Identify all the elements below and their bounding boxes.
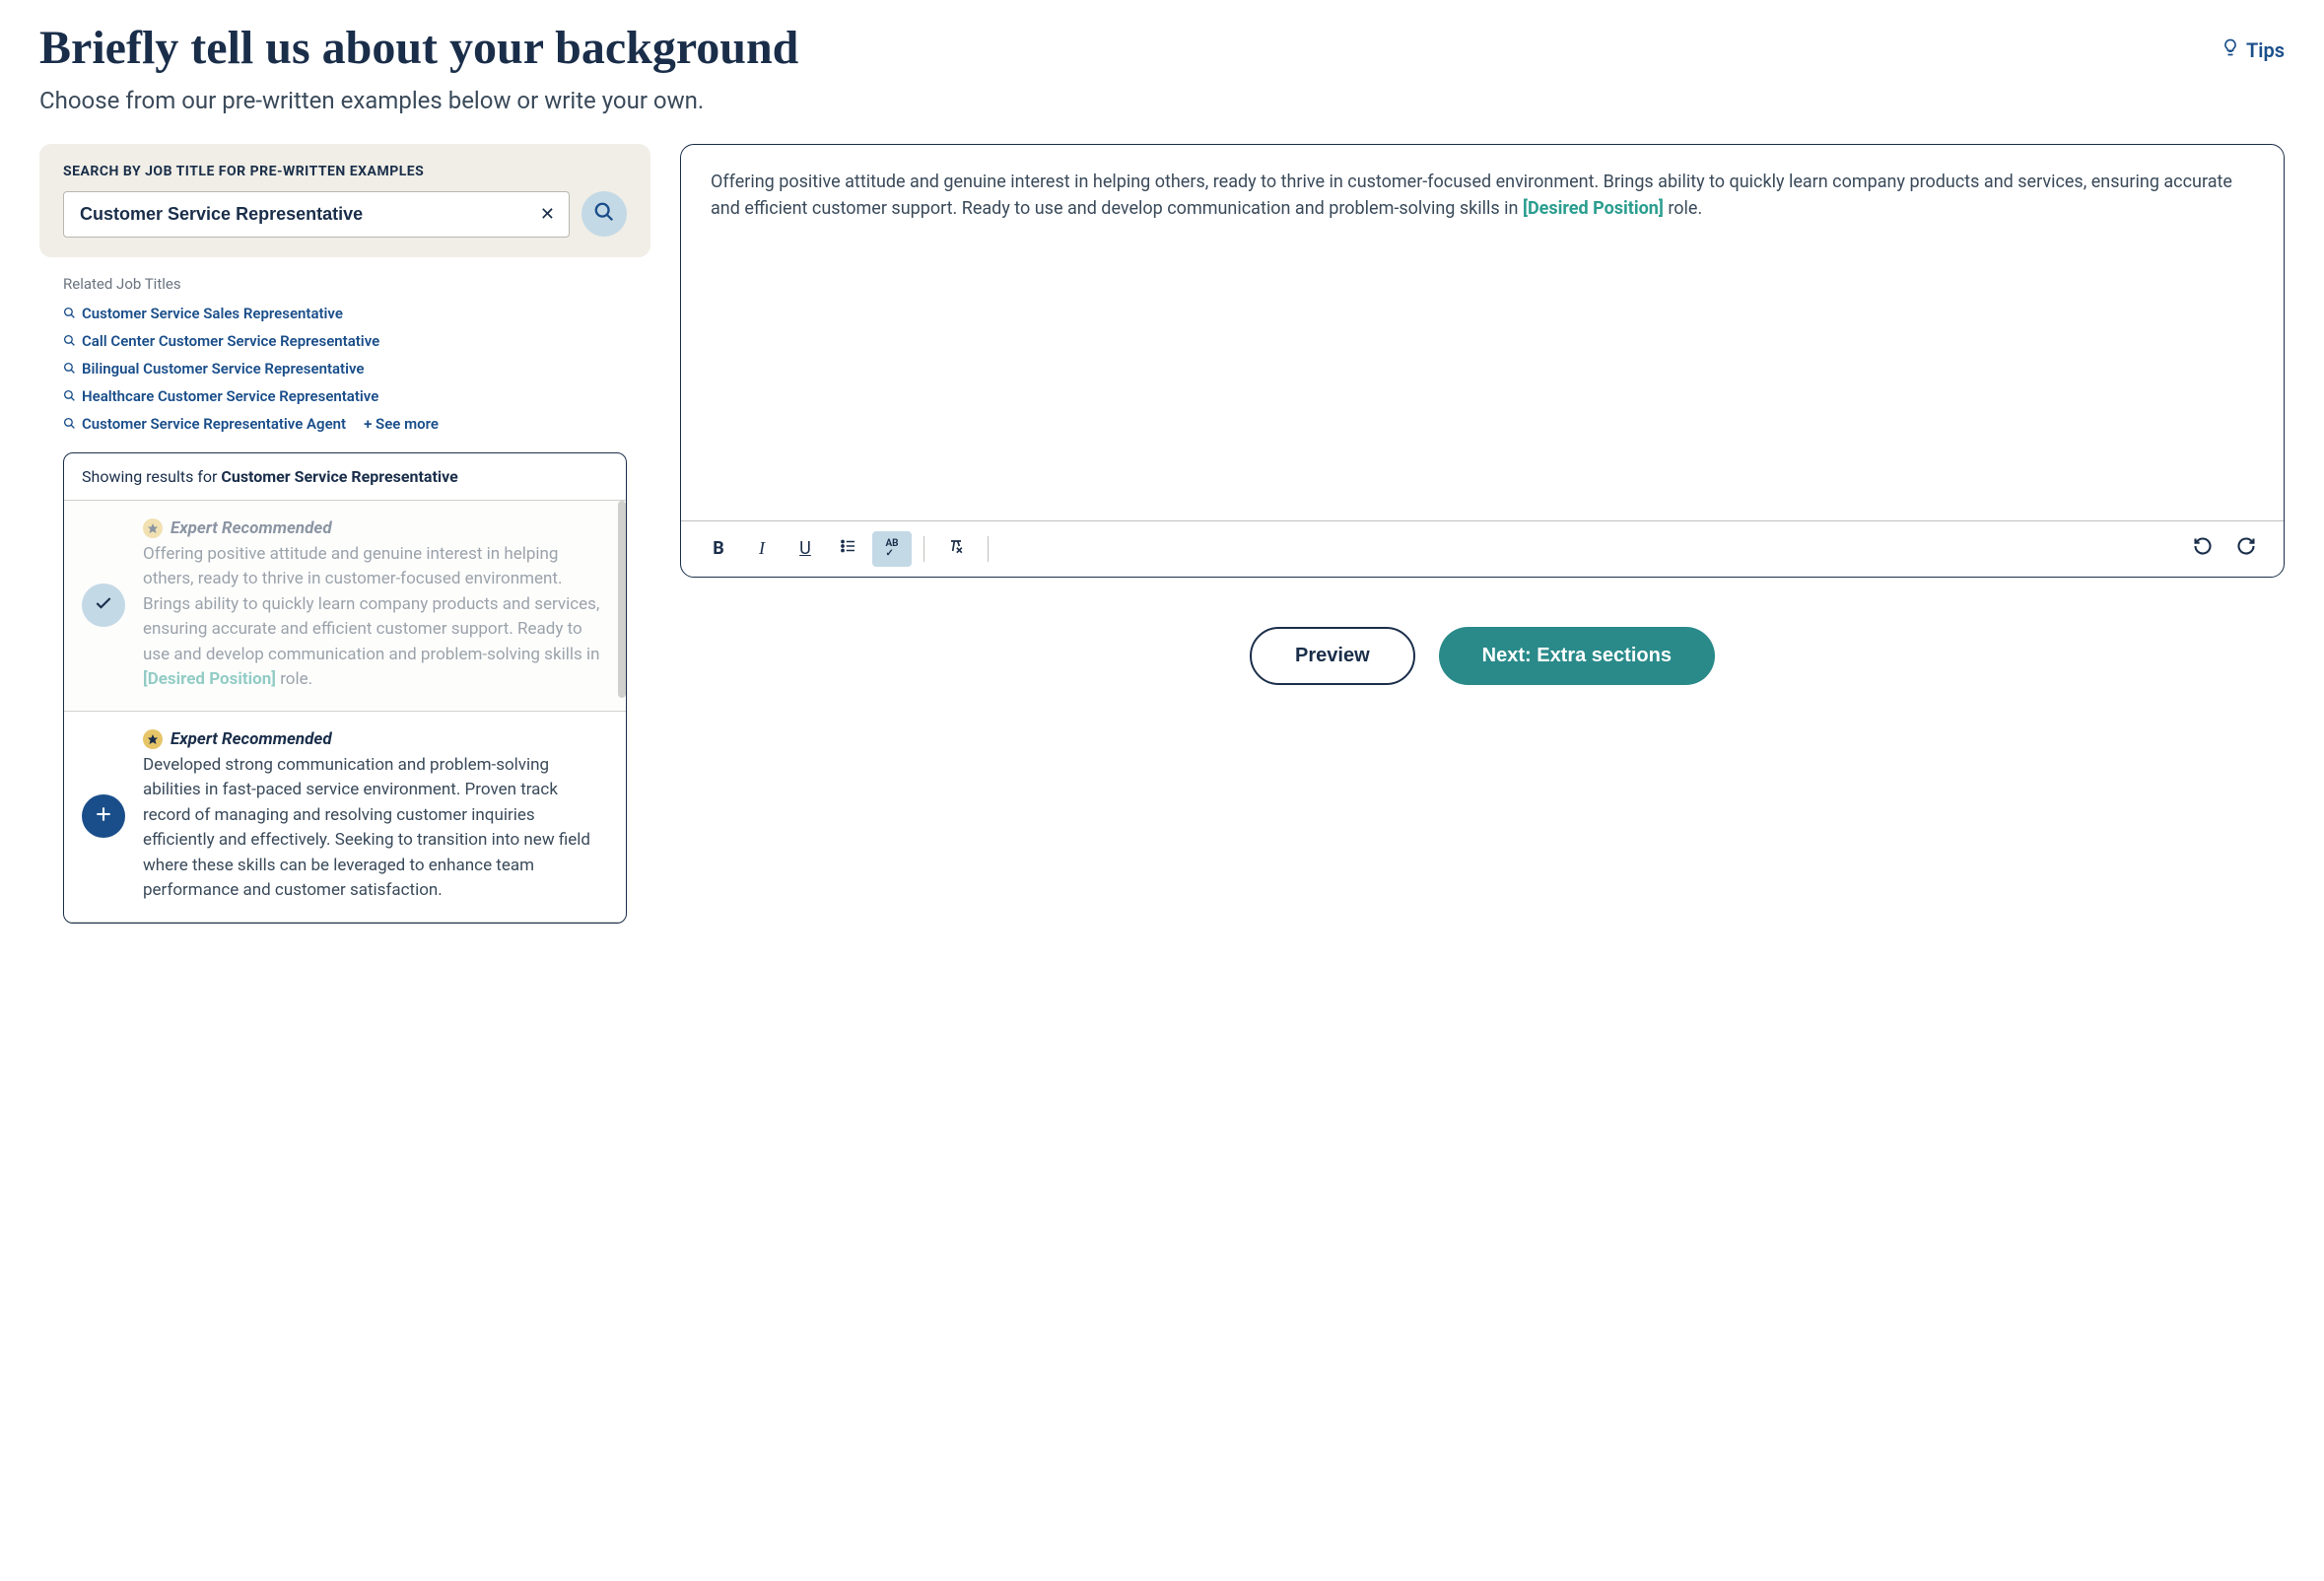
result-text-wrap: Expert Recommended Offering positive att… <box>143 518 608 693</box>
toolbar-divider <box>988 536 989 562</box>
result-text: Developed strong communication and probl… <box>143 753 608 904</box>
search-icon <box>63 389 76 402</box>
undo-icon <box>2193 536 2213 561</box>
related-item-label: Healthcare Customer Service Representati… <box>82 387 378 405</box>
related-item[interactable]: Customer Service Representative Agent <box>63 415 346 433</box>
related-item[interactable]: Bilingual Customer Service Representativ… <box>63 360 627 378</box>
result-add-button[interactable] <box>82 794 125 838</box>
related-label: Related Job Titles <box>63 275 627 293</box>
star-icon <box>143 518 163 538</box>
search-section: SEARCH BY JOB TITLE FOR PRE-WRITTEN EXAM… <box>39 144 650 257</box>
related-item-label: Customer Service Representative Agent <box>82 415 346 433</box>
expert-badge: Expert Recommended <box>143 518 608 538</box>
result-selected-button[interactable] <box>82 584 125 627</box>
main-container: SEARCH BY JOB TITLE FOR PRE-WRITTEN EXAM… <box>39 144 2285 924</box>
results-box: Showing results for Customer Service Rep… <box>63 452 627 924</box>
undo-button[interactable] <box>2183 531 2222 567</box>
editor-box: Offering positive attitude and genuine i… <box>680 144 2285 578</box>
editor-toolbar: B I U AB✓ <box>681 520 2284 577</box>
bold-button[interactable]: B <box>699 531 738 567</box>
search-icon <box>63 307 76 319</box>
clear-format-icon <box>946 536 966 561</box>
search-input-wrap: ✕ <box>63 191 570 238</box>
underline-button[interactable]: U <box>786 531 825 567</box>
related-item[interactable]: Call Center Customer Service Representat… <box>63 332 627 350</box>
related-item-label: Bilingual Customer Service Representativ… <box>82 360 364 378</box>
results-header: Showing results for Customer Service Rep… <box>64 453 626 501</box>
page-subtitle: Choose from our pre-written examples bel… <box>39 87 2285 114</box>
redo-button[interactable] <box>2226 531 2266 567</box>
result-item[interactable]: Expert Recommended Offering positive att… <box>64 501 626 712</box>
clear-format-button[interactable] <box>936 531 976 567</box>
result-text: Offering positive attitude and genuine i… <box>143 542 608 693</box>
placeholder-pill: [Desired Position] <box>143 669 276 689</box>
search-row: ✕ <box>63 191 627 238</box>
search-icon <box>593 201 615 227</box>
left-panel: SEARCH BY JOB TITLE FOR PRE-WRITTEN EXAM… <box>39 144 650 924</box>
search-button[interactable] <box>581 191 627 237</box>
lightbulb-icon <box>2221 37 2240 62</box>
related-item-label: Customer Service Sales Representative <box>82 305 343 322</box>
tips-link[interactable]: Tips <box>2221 20 2285 62</box>
search-icon <box>63 417 76 430</box>
redo-icon <box>2236 536 2256 561</box>
preview-button[interactable]: Preview <box>1250 627 1415 685</box>
see-more-link[interactable]: + See more <box>364 415 439 433</box>
clear-icon[interactable]: ✕ <box>526 204 569 225</box>
results-term: Customer Service Representative <box>221 467 457 486</box>
related-section: Related Job Titles Customer Service Sale… <box>39 257 650 433</box>
page-header: Briefly tell us about your background Ti… <box>39 20 2285 77</box>
page-title: Briefly tell us about your background <box>39 20 798 77</box>
toolbar-divider <box>923 536 924 562</box>
italic-button[interactable]: I <box>742 531 782 567</box>
result-text-wrap: Expert Recommended Developed strong comm… <box>143 729 608 904</box>
related-item[interactable]: Healthcare Customer Service Representati… <box>63 387 627 405</box>
plus-icon <box>94 804 113 828</box>
placeholder-pill[interactable]: [Desired Position] <box>1523 198 1664 219</box>
bullet-list-button[interactable] <box>829 531 868 567</box>
spellcheck-button[interactable]: AB✓ <box>872 531 912 567</box>
search-label: SEARCH BY JOB TITLE FOR PRE-WRITTEN EXAM… <box>63 164 627 179</box>
related-row-last: Customer Service Representative Agent + … <box>63 415 627 433</box>
right-panel: Offering positive attitude and genuine i… <box>680 144 2285 924</box>
expert-label: Expert Recommended <box>171 729 332 749</box>
star-icon <box>143 729 163 749</box>
spellcheck-icon: AB✓ <box>885 539 898 559</box>
expert-label: Expert Recommended <box>171 518 332 538</box>
scrollbar[interactable] <box>618 501 626 698</box>
action-row: Preview Next: Extra sections <box>680 627 2285 685</box>
related-item-label: Call Center Customer Service Representat… <box>82 332 379 350</box>
expert-badge: Expert Recommended <box>143 729 608 749</box>
search-icon <box>63 334 76 347</box>
search-icon <box>63 362 76 375</box>
editor-content[interactable]: Offering positive attitude and genuine i… <box>681 145 2284 520</box>
search-input[interactable] <box>64 192 526 237</box>
result-item[interactable]: Expert Recommended Developed strong comm… <box>64 712 626 923</box>
check-icon <box>94 593 113 617</box>
related-list: Customer Service Sales Representative Ca… <box>63 305 627 433</box>
list-icon <box>840 537 857 560</box>
next-button[interactable]: Next: Extra sections <box>1439 627 1715 685</box>
related-item[interactable]: Customer Service Sales Representative <box>63 305 627 322</box>
tips-label: Tips <box>2246 38 2285 62</box>
results-prefix: Showing results for <box>82 467 221 486</box>
